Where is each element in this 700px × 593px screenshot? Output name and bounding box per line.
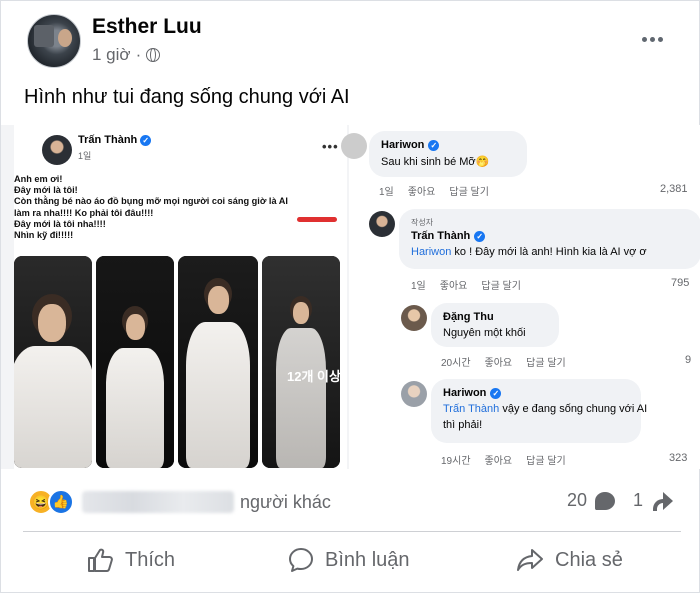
- reactions-summary[interactable]: 😆 👍 người khác: [28, 489, 331, 515]
- author-avatar[interactable]: [27, 14, 81, 68]
- comment-reaction-count: 2,381: [660, 183, 688, 195]
- verified-badge-icon: ✓: [490, 387, 502, 399]
- embedded-post-screenshot: Trấn Thành ✓ 1일 ••• Anh em ơi! Đây mới l…: [14, 125, 347, 469]
- embedded-line: Còn thằng bé nào áo đồ bụng mỡ mọi người…: [14, 196, 288, 207]
- commenter-name: Hariwon: [381, 139, 425, 151]
- verified-badge-icon: ✓: [428, 139, 440, 151]
- post-image[interactable]: Trấn Thành ✓ 1일 ••• Anh em ơi! Đây mới l…: [1, 125, 700, 469]
- comment-time: 20시간: [441, 358, 471, 369]
- comment-meta: 1일 좋아요 답글 달기: [411, 277, 521, 292]
- comment-bubble: Hariwon ✓ Trấn Thành vậy e đang sống chun…: [431, 379, 648, 443]
- comment-bubble: 작성자 Trấn Thành ✓ Hariwon ko ! Đây mới là …: [399, 209, 700, 269]
- comment-reaction-count: 795: [671, 277, 690, 289]
- mention: Hariwon: [411, 246, 452, 258]
- post-text: Hình như tui đang sống chung với AI: [24, 86, 350, 108]
- embedded-more-icon: •••: [322, 139, 339, 154]
- photo-thumbnail: [262, 256, 340, 468]
- blurred-reactor-names: [82, 491, 234, 513]
- comment-text: Nguyên một khối: [443, 327, 526, 339]
- comment-reply-link: 답글 달기: [526, 358, 566, 369]
- comment-reaction-count: 9: [685, 354, 692, 366]
- post-meta: 1 giờ ·: [92, 45, 161, 65]
- photo-thumbnail: [178, 256, 258, 468]
- comment-bubble: Hariwon ✓ Sau khi sinh bé Mỡ🤭: [369, 131, 527, 177]
- embedded-line: Anh em ơi!: [14, 174, 63, 184]
- comment-like-link: 좋아요: [484, 456, 513, 467]
- comment-button[interactable]: Bình luận: [287, 539, 410, 581]
- embedded-line: làm ra nha!!!! Ko phải tôi đâu!!!!: [14, 207, 154, 218]
- embedded-line: Đây mới là tôi!: [14, 185, 78, 196]
- comment-reply-link: 답글 달기: [449, 187, 489, 198]
- commenter-name: Hariwon: [443, 387, 487, 399]
- photo-thumbnail: [14, 256, 92, 468]
- like-icon: 👍: [48, 489, 74, 515]
- embedded-author-avatar: [42, 135, 72, 165]
- author-tag: 작성자: [411, 218, 434, 227]
- commenter-name: Trấn Thành: [411, 230, 471, 242]
- thumbs-up-icon: [88, 548, 113, 572]
- comment-meta: 19시간 좋아요 답글 달기: [441, 452, 566, 467]
- commenter-name: Đặng Thu: [443, 311, 494, 323]
- globe-icon[interactable]: [146, 48, 161, 62]
- mention: Trấn Thành: [443, 403, 500, 415]
- comment-meta: 20시간 좋아요 답글 달기: [441, 354, 566, 369]
- share-button[interactable]: Chia sẻ: [515, 539, 623, 581]
- comment-label: Bình luận: [325, 548, 410, 571]
- embedded-post-text: Anh em ơi! Đây mới là tôi! Còn thằng bé …: [14, 174, 334, 241]
- commenter-avatar: [369, 211, 395, 237]
- embedded-author-name: Trấn Thành: [78, 134, 138, 146]
- embedded-post-time: 1일: [78, 151, 92, 161]
- comment-text-line2: thì phải!: [443, 419, 483, 431]
- embedded-author: Trấn Thành ✓: [78, 134, 152, 146]
- comment-bubble-icon: [595, 491, 616, 510]
- reactions-label: người khác: [240, 491, 331, 512]
- more-photos-label: 12개 이상: [287, 369, 341, 384]
- more-options-icon[interactable]: [635, 25, 669, 53]
- comment-like-link: 좋아요: [484, 358, 513, 369]
- meta-separator: ·: [135, 45, 142, 64]
- shares-count[interactable]: 1: [633, 490, 643, 511]
- comment-bubble: Đặng Thu Nguyên một khối: [431, 303, 559, 347]
- comments-count[interactable]: 20: [567, 490, 587, 511]
- commenter-avatar: [401, 305, 427, 331]
- verified-badge-icon: ✓: [140, 134, 152, 146]
- embedded-line: Đây mới là tôi nha!!!!: [14, 218, 106, 229]
- photo-thumbnail: [96, 256, 174, 468]
- comment-time: 1일: [411, 281, 426, 292]
- comments-screenshot: Hariwon ✓ Sau khi sinh bé Mỡ🤭 1일 좋아요 답글 달…: [341, 125, 700, 469]
- comment-text: Hariwon ko ! Đây mới là anh! Hình kia là…: [411, 246, 647, 258]
- like-button[interactable]: Thích: [87, 539, 175, 581]
- like-label: Thích: [125, 548, 176, 571]
- verified-badge-icon: ✓: [474, 230, 486, 242]
- comment-reply-link: 답글 달기: [526, 456, 566, 467]
- comment-icon: [289, 548, 313, 572]
- comment-like-link: 좋아요: [407, 187, 436, 198]
- comment-time: 1일: [379, 187, 394, 198]
- facebook-post-card: Esther Luu 1 giờ · Hình như tui đang sốn…: [0, 0, 700, 593]
- post-time[interactable]: 1 giờ: [92, 45, 131, 65]
- comment-text: Sau khi sinh bé Mỡ🤭: [381, 156, 490, 168]
- commenter-avatar: [341, 133, 367, 159]
- comment-time: 19시간: [441, 456, 471, 467]
- red-underline-mark: [297, 217, 337, 222]
- comment-reply-link: 답글 달기: [481, 281, 521, 292]
- embedded-line: Nhìn kỹ đi!!!!!: [14, 230, 74, 241]
- comment-meta: 1일 좋아요 답글 달기: [379, 183, 489, 198]
- share-label: Chia sẻ: [555, 548, 623, 571]
- comment-like-link: 좋아요: [439, 281, 468, 292]
- share-icon: [517, 549, 543, 571]
- comment-text: Trấn Thành vậy e đang sống chung với AI: [443, 403, 648, 415]
- actions-divider: [23, 531, 681, 532]
- comment-reaction-count: 323: [669, 452, 688, 464]
- engagement-counts: 20 1: [567, 490, 674, 511]
- share-arrow-icon: [651, 491, 674, 511]
- author-name[interactable]: Esther Luu: [92, 15, 202, 39]
- commenter-avatar: [401, 381, 427, 407]
